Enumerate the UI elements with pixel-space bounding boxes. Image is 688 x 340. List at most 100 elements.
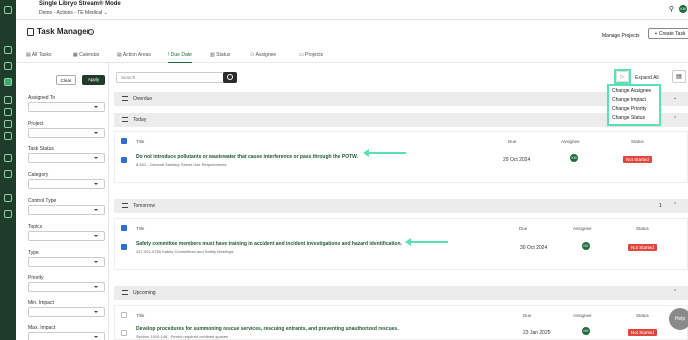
column-title[interactable]: Title bbox=[136, 313, 144, 318]
column-due[interactable]: Due bbox=[519, 226, 527, 231]
document-icon[interactable] bbox=[4, 194, 12, 202]
assignee-avatar[interactable]: NG bbox=[582, 242, 590, 250]
min-impact-select[interactable] bbox=[28, 307, 105, 317]
status-badge[interactable]: Not Started bbox=[628, 329, 657, 336]
column-due[interactable]: Due bbox=[508, 139, 516, 144]
help-button[interactable]: Help bbox=[669, 308, 688, 330]
folder-icon[interactable] bbox=[4, 170, 12, 178]
group-label: Upcoming bbox=[133, 290, 156, 296]
manage-projects-link[interactable]: Manage Projects bbox=[602, 33, 640, 39]
priority-select[interactable] bbox=[28, 282, 105, 292]
task-title-link[interactable]: Safety committee members must have train… bbox=[136, 241, 402, 247]
apply-filters-button[interactable]: Apply bbox=[82, 75, 105, 85]
type-select[interactable] bbox=[28, 257, 105, 267]
mode-title: Single Libryo Stream® Mode bbox=[39, 1, 121, 7]
control-type-select[interactable] bbox=[28, 205, 105, 215]
column-status[interactable]: Status bbox=[631, 139, 644, 144]
chart-icon[interactable] bbox=[4, 210, 12, 218]
status-badge[interactable]: Not Started bbox=[623, 156, 652, 163]
expand-all-link[interactable]: Expand All bbox=[635, 75, 659, 81]
create-task-button[interactable]: + Create Task bbox=[648, 28, 688, 39]
tab-projects[interactable]: ▭ Projects bbox=[299, 52, 323, 63]
project-select[interactable] bbox=[28, 128, 105, 138]
chevron-down-icon[interactable]: ⌄ bbox=[673, 95, 677, 101]
column-assignee: Assignee bbox=[573, 226, 592, 231]
search-icon[interactable]: ⚲ bbox=[669, 5, 674, 13]
tab-action-areas[interactable]: ▤ Action Areas bbox=[117, 52, 151, 63]
task-due-date: 29 Oct 2024 bbox=[503, 157, 531, 163]
column-title[interactable]: Title bbox=[136, 226, 144, 231]
assignee-avatar[interactable]: NG bbox=[582, 327, 590, 335]
tab-all-tasks[interactable]: ▤ All Tasks bbox=[26, 52, 51, 63]
chevron-up-icon[interactable]: ⌃ bbox=[673, 202, 677, 208]
chevron-up-icon[interactable]: ⌃ bbox=[673, 116, 677, 122]
tab-label: Due Date bbox=[170, 52, 192, 58]
filter-label: Type bbox=[28, 250, 39, 256]
column-status[interactable]: Status bbox=[636, 226, 649, 231]
wrench-icon[interactable] bbox=[4, 62, 12, 70]
chevron-up-icon[interactable]: ⌃ bbox=[673, 289, 677, 295]
topics-select[interactable] bbox=[28, 231, 105, 241]
row-checkbox[interactable] bbox=[121, 244, 127, 250]
group-label: Today bbox=[133, 117, 147, 123]
help-circle-icon[interactable]: ? bbox=[88, 29, 94, 35]
tab-due-date[interactable]: ! Due Date bbox=[168, 52, 192, 63]
list-icon[interactable] bbox=[4, 154, 12, 162]
group-label: Tomorrow bbox=[133, 203, 155, 209]
column-title[interactable]: Title bbox=[136, 139, 144, 144]
export-document-icon[interactable]: ▤ bbox=[672, 70, 686, 83]
nav-arrow-icon[interactable] bbox=[4, 120, 12, 128]
nav-arrow-icon[interactable] bbox=[4, 108, 12, 116]
task-subtitle: Section 1910.146 - Permit required confi… bbox=[136, 334, 229, 339]
column-assignee: Assignee bbox=[561, 139, 580, 144]
assigned-to-select[interactable] bbox=[28, 102, 105, 112]
tenant-label: Demo - Actions - TE Medical bbox=[39, 10, 103, 16]
annotation-arrow bbox=[405, 238, 448, 246]
row-checkbox[interactable] bbox=[121, 157, 127, 163]
status-badge[interactable]: Not Started bbox=[628, 244, 657, 251]
highlight-box bbox=[614, 69, 631, 84]
task-subtitle: 8-602 - General Sanitary Sewer Use Requi… bbox=[136, 162, 227, 167]
tasks-icon[interactable] bbox=[4, 78, 12, 86]
bell-icon[interactable] bbox=[4, 46, 12, 54]
max-impact-select[interactable] bbox=[28, 332, 105, 340]
group-label: Overdue bbox=[133, 96, 153, 102]
filter-label: Category bbox=[28, 172, 49, 178]
search-button[interactable] bbox=[223, 72, 237, 83]
list-icon bbox=[122, 117, 128, 122]
group-tomorrow[interactable]: Tomorrow 1 ⌃ bbox=[114, 199, 688, 213]
filter-label: Project bbox=[28, 121, 44, 127]
tab-label: All Tasks bbox=[31, 52, 52, 58]
filter-panel: Clear Apply Assigned To Project Task Sta… bbox=[16, 63, 109, 340]
tab-label: Calendar bbox=[79, 52, 100, 58]
column-status[interactable]: Status bbox=[636, 313, 649, 318]
category-select[interactable] bbox=[28, 179, 105, 189]
upcoming-task-table: Title Due Assignee Status Develop proced… bbox=[114, 305, 688, 340]
search-input[interactable]: Search bbox=[116, 72, 226, 83]
calendar-icon bbox=[27, 28, 34, 36]
group-upcoming[interactable]: Upcoming ⌃ bbox=[114, 286, 688, 300]
select-all-checkbox[interactable] bbox=[121, 312, 127, 318]
tab-status[interactable]: ▥ Status bbox=[210, 52, 230, 63]
column-due[interactable]: Due bbox=[523, 313, 531, 318]
assignee-avatar[interactable]: KM bbox=[570, 154, 578, 162]
tenant-selector[interactable]: Demo - Actions - TE Medical ⌄ bbox=[39, 10, 108, 16]
group-overdue[interactable]: Overdue ⌄ bbox=[114, 92, 688, 106]
list-icon bbox=[122, 290, 128, 295]
select-all-checkbox[interactable] bbox=[121, 225, 127, 231]
nav-arrow-icon[interactable] bbox=[4, 132, 12, 140]
user-avatar[interactable]: KM bbox=[679, 5, 687, 13]
select-all-checkbox[interactable] bbox=[121, 138, 127, 144]
task-status-select[interactable] bbox=[28, 153, 105, 163]
row-checkbox[interactable] bbox=[121, 330, 127, 336]
tomorrow-task-table: Title Due Assignee Status Safety committ… bbox=[114, 218, 688, 270]
task-title-link[interactable]: Develop procedures for summoning rescue … bbox=[136, 326, 399, 332]
group-today[interactable]: Today ⌃ bbox=[114, 113, 688, 127]
tab-calendar[interactable]: ▦ Calendar bbox=[73, 52, 99, 63]
tab-assignee[interactable]: ⚇ Assignee bbox=[250, 52, 276, 63]
home-icon[interactable] bbox=[4, 6, 12, 14]
clear-filters-button[interactable]: Clear bbox=[56, 75, 76, 85]
page-header: Task Manager ? Manage Projects + Create … bbox=[16, 20, 688, 46]
task-title-link[interactable]: Do not introduce pollutants or wastewate… bbox=[136, 154, 358, 160]
nav-arrow-icon[interactable] bbox=[4, 96, 12, 104]
